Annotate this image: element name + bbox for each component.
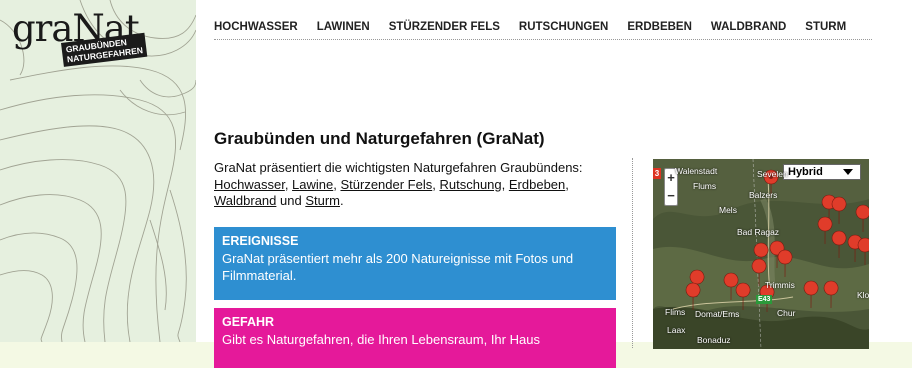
intro-separator: und bbox=[276, 193, 306, 208]
map-label-bad-ragaz: Bad Ragaz bbox=[737, 227, 780, 237]
nav-stuerzender-fels[interactable]: STÜRZENDER FELS bbox=[389, 20, 500, 39]
site-logo[interactable]: graNat GRAUBÜNDEN NATURGEFAHREN bbox=[12, 10, 148, 67]
map-label-walenstadt: Walenstadt bbox=[675, 166, 718, 176]
map-label-trimmis: Trimmis bbox=[765, 280, 795, 290]
map-label-flums: Flums bbox=[693, 181, 717, 191]
map-badge: 3 bbox=[653, 168, 661, 179]
intro-link-rutschung[interactable]: Rutschung bbox=[439, 177, 501, 192]
route-badge: E43 bbox=[756, 295, 773, 304]
main-content: HOCHWASSER LAWINEN STÜRZENDER FELS RUTSC… bbox=[196, 0, 912, 368]
nav-waldbrand[interactable]: WALDBRAND bbox=[711, 20, 786, 39]
nav-hochwasser[interactable]: HOCHWASSER bbox=[214, 20, 298, 39]
chevron-down-icon bbox=[843, 169, 853, 175]
nav-sturm[interactable]: STURM bbox=[805, 20, 846, 39]
column-divider bbox=[632, 158, 633, 348]
intro-link-erdbeben[interactable]: Erdbeben bbox=[509, 177, 565, 192]
zoom-out-button[interactable]: − bbox=[665, 187, 677, 205]
map-label-klo: Klo bbox=[857, 290, 869, 300]
nav-erdbeben[interactable]: ERDBEBEN bbox=[627, 20, 692, 39]
ereignisse-text: GraNat präsentiert mehr als 200 Natureig… bbox=[222, 251, 574, 283]
map-label-sevelen: Sevelen bbox=[757, 169, 788, 179]
map-label-bonaduz: Bonaduz bbox=[697, 335, 731, 345]
ereignisse-title: EREIGNISSE bbox=[222, 234, 299, 248]
intro-link-hochwasser[interactable]: Hochwasser bbox=[214, 177, 285, 192]
intro-end: . bbox=[339, 193, 344, 208]
map-type-select[interactable]: Hybrid bbox=[783, 164, 861, 180]
gefahr-text: Gibt es Naturgefahren, die Ihren Lebensr… bbox=[222, 332, 540, 347]
map-type-value: Hybrid bbox=[788, 166, 823, 178]
nav-rutschungen[interactable]: RUTSCHUNGEN bbox=[519, 20, 608, 39]
nav-lawinen[interactable]: LAWINEN bbox=[317, 20, 370, 39]
map-label-chur: Chur bbox=[777, 308, 796, 318]
intro-lead: GraNat präsentiert die wichtigsten Natur… bbox=[214, 160, 583, 175]
map-terrain bbox=[653, 159, 869, 349]
map-label-mels: Mels bbox=[719, 205, 737, 215]
intro-text: GraNat präsentiert die wichtigsten Natur… bbox=[214, 160, 614, 210]
map-label-domat-ems: Domat/Ems bbox=[695, 309, 740, 319]
page-title: Graubünden und Naturgefahren (GraNat) bbox=[214, 129, 545, 148]
intro-separator: , bbox=[501, 176, 509, 192]
intro-separator: , bbox=[565, 176, 569, 192]
intro-link-stuerzender-fels[interactable]: Stürzender Fels bbox=[340, 177, 432, 192]
intro-link-sturm[interactable]: Sturm bbox=[305, 193, 340, 208]
gefahr-title: GEFAHR bbox=[222, 315, 275, 329]
events-map[interactable]: 3 + − Hybrid Walenstadt Sevelen Flums Ba… bbox=[653, 159, 869, 349]
gefahr-box[interactable]: GEFAHR Gibt es Naturgefahren, die Ihren … bbox=[214, 308, 616, 368]
intro-link-lawine[interactable]: Lawine bbox=[292, 177, 333, 192]
intro-link-waldbrand[interactable]: Waldbrand bbox=[214, 193, 276, 208]
map-label-balzers: Balzers bbox=[749, 190, 778, 200]
map-label-laax: Laax bbox=[667, 325, 686, 335]
top-navigation: HOCHWASSER LAWINEN STÜRZENDER FELS RUTSC… bbox=[214, 20, 872, 40]
sidebar-decoration: graNat GRAUBÜNDEN NATURGEFAHREN bbox=[0, 0, 196, 342]
ereignisse-box[interactable]: EREIGNISSE GraNat präsentiert mehr als 2… bbox=[214, 227, 616, 300]
map-label-flims: Flims bbox=[665, 307, 686, 317]
intro-separator: , bbox=[284, 176, 293, 192]
